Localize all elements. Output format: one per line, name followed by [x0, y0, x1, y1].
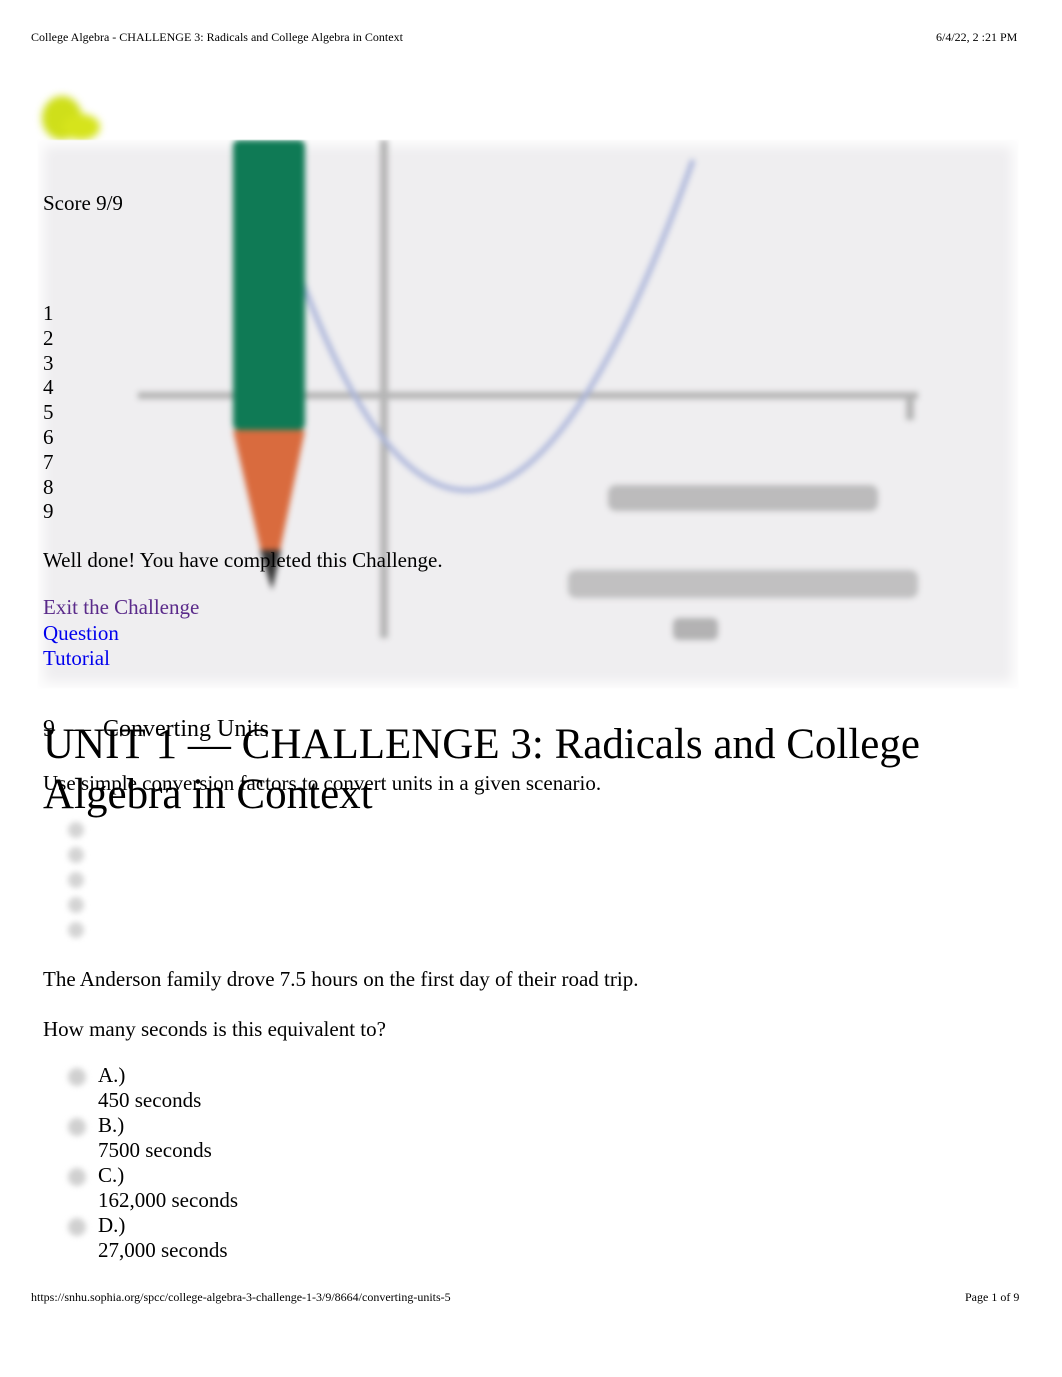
question-nav: 1 2 3 4 5 6 7 8 9	[43, 301, 54, 524]
option-answer: 7500 seconds	[98, 1138, 212, 1162]
progress-dot	[68, 872, 84, 888]
question-nav-item[interactable]: 9	[43, 499, 54, 524]
progress-dot	[68, 822, 84, 838]
option-letter: A.)	[98, 1063, 126, 1087]
progress-dot	[68, 897, 84, 913]
progress-dot	[68, 922, 84, 938]
sophia-logo	[38, 84, 106, 144]
print-header-datetime: 6/4/22, 2 :21 PM	[936, 30, 1018, 44]
print-header-title: College Algebra - CHALLENGE 3: Radicals …	[31, 30, 403, 44]
question-nav-item[interactable]: 3	[43, 351, 54, 376]
formula-line1	[608, 485, 878, 511]
progress-dots	[68, 822, 84, 947]
formula-line2	[568, 570, 918, 598]
question-nav-item[interactable]: 7	[43, 450, 54, 475]
print-footer-page: Page 1 of 9	[965, 1290, 1020, 1304]
question-nav-item[interactable]: 8	[43, 475, 54, 500]
progress-dot	[68, 847, 84, 863]
parabola-curve	[295, 159, 696, 493]
option-letter: D.)	[98, 1213, 126, 1237]
radio-button[interactable]	[68, 1118, 86, 1136]
unit-title: UNIT 1 — CHALLENGE 3: Radicals and Colle…	[43, 721, 920, 818]
question-nav-item[interactable]: 1	[43, 301, 54, 326]
pencil-body	[233, 140, 305, 430]
option-letter: B.)	[98, 1113, 125, 1137]
option-answer: 27,000 seconds	[98, 1238, 228, 1262]
exit-challenge-link[interactable]: Exit the Challenge	[43, 595, 199, 621]
challenge-links: Exit the Challenge Question Tutorial	[43, 595, 199, 672]
question-nav-item[interactable]: 6	[43, 425, 54, 450]
answer-options: A.) 450 seconds B.) 7500 seconds C.) 162…	[68, 1063, 238, 1263]
score-label: Score 9/9	[43, 191, 123, 215]
option-answer: 450 seconds	[98, 1088, 202, 1112]
question-nav-item[interactable]: 5	[43, 400, 54, 425]
print-footer-url: https://snhu.sophia.org/spcc/college-alg…	[31, 1290, 451, 1304]
answer-option-c[interactable]: C.) 162,000 seconds	[68, 1163, 238, 1213]
option-letter: C.)	[98, 1163, 125, 1187]
answer-option-a[interactable]: A.) 450 seconds	[68, 1063, 238, 1113]
question-prompt: How many seconds is this equivalent to?	[43, 1017, 386, 1041]
radio-button[interactable]	[68, 1068, 86, 1086]
pencil-tip	[233, 430, 305, 560]
question-nav-item[interactable]: 4	[43, 375, 54, 400]
question-nav-item[interactable]: 2	[43, 326, 54, 351]
question-link[interactable]: Question	[43, 621, 199, 647]
question-text: The Anderson family drove 7.5 hours on t…	[43, 967, 639, 991]
learning-objective: Use simple conversion factors to convert…	[43, 771, 602, 795]
tutorial-link[interactable]: Tutorial	[43, 646, 199, 672]
answer-option-b[interactable]: B.) 7500 seconds	[68, 1113, 238, 1163]
radio-button[interactable]	[68, 1168, 86, 1186]
radio-button[interactable]	[68, 1218, 86, 1236]
formula-denominator	[673, 618, 718, 640]
axis-tick	[906, 398, 914, 420]
answer-option-d[interactable]: D.) 27,000 seconds	[68, 1213, 238, 1263]
completion-message: Well done! You have completed this Chall…	[43, 548, 443, 572]
option-answer: 162,000 seconds	[98, 1188, 238, 1212]
